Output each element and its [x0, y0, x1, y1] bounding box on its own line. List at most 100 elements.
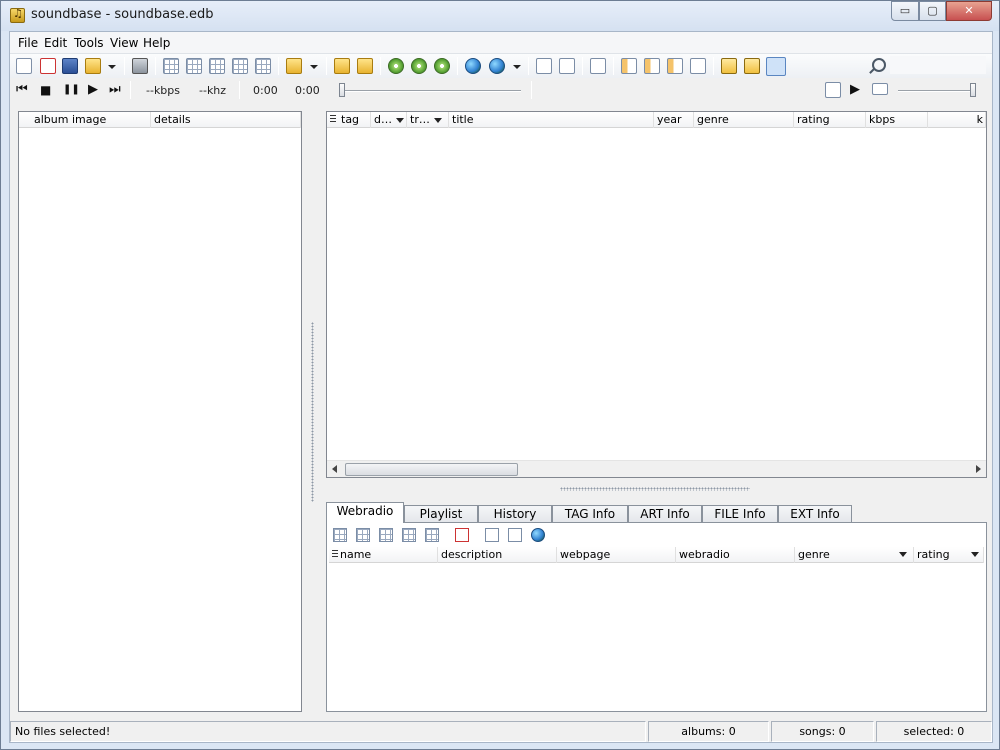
cd-icon[interactable] [388, 58, 404, 74]
info-icon[interactable] [721, 58, 737, 74]
tab-history[interactable]: History [478, 505, 552, 523]
close-button[interactable]: ✕ [946, 1, 992, 21]
folder-up-icon[interactable] [357, 58, 373, 74]
column-details[interactable]: details [151, 112, 301, 128]
seek-slider-track[interactable] [342, 90, 521, 92]
close-database-icon[interactable] [40, 58, 56, 74]
copy-station-icon[interactable] [379, 528, 393, 542]
list-view-icon[interactable] [485, 528, 499, 542]
info-edit-icon[interactable] [744, 58, 760, 74]
details-view-icon[interactable] [508, 528, 522, 542]
new-database-icon[interactable] [16, 58, 32, 74]
column-title[interactable]: title [449, 112, 654, 128]
webradio-list[interactable]: name description webpage webradio genre … [329, 547, 984, 709]
cd-burn-icon[interactable] [434, 58, 450, 74]
tab-ext-info[interactable]: EXT Info [778, 505, 852, 523]
import-icon[interactable] [286, 58, 302, 74]
tab-tag-info[interactable]: TAG Info [552, 505, 628, 523]
next-track-button[interactable]: ⏭ [109, 82, 121, 98]
volume-slider-track[interactable] [898, 90, 974, 92]
column-tag[interactable]: tag [338, 112, 371, 128]
vertical-splitter[interactable] [311, 322, 314, 502]
delete-station-icon[interactable] [402, 528, 416, 542]
pause-button[interactable]: ❚❚ [63, 82, 80, 98]
search-icon[interactable] [872, 58, 886, 72]
volume-slider-thumb[interactable] [970, 83, 976, 97]
column-year[interactable]: year [654, 112, 694, 128]
maximize-button[interactable]: ▢ [919, 1, 946, 21]
refresh-grid-icon[interactable] [255, 58, 271, 74]
column-webpage[interactable]: webpage [557, 547, 676, 563]
split-window-icon[interactable] [559, 58, 575, 74]
columns-icon[interactable] [590, 58, 606, 74]
tab-art-info[interactable]: ART Info [628, 505, 702, 523]
column-description[interactable]: description [438, 547, 557, 563]
delete-row-icon[interactable] [209, 58, 225, 74]
column-webradio[interactable]: webradio [676, 547, 795, 563]
open-folder-icon[interactable] [85, 58, 101, 74]
menu-view[interactable]: View [110, 36, 138, 50]
save-icon[interactable] [62, 58, 78, 74]
scroll-right-icon[interactable] [976, 465, 981, 473]
column-rating[interactable]: rating [794, 112, 866, 128]
open-dropdown-icon[interactable] [108, 65, 116, 69]
tab-webradio[interactable]: Webradio [326, 502, 404, 523]
cd-sync-icon[interactable] [411, 58, 427, 74]
status-selected: selected: 0 [876, 721, 992, 742]
add-row-icon[interactable] [163, 58, 179, 74]
column-album-image[interactable]: album image [31, 112, 151, 128]
queue-list-icon[interactable] [872, 83, 888, 95]
title-bar[interactable]: soundbase - soundbase.edb ▭ ▢ ✕ [1, 1, 999, 31]
seek-slider-thumb[interactable] [339, 83, 345, 97]
remove-icon[interactable] [455, 528, 469, 542]
globe-icon[interactable] [489, 58, 505, 74]
column-name[interactable]: name [337, 547, 438, 563]
toolbar-separator [531, 81, 532, 99]
search-input[interactable] [890, 56, 986, 74]
middle-panel-icon[interactable] [644, 58, 660, 74]
edit-station-icon[interactable] [356, 528, 370, 542]
column-menu-icon[interactable] [330, 115, 336, 124]
grid-icon[interactable] [232, 58, 248, 74]
details-toggle-icon[interactable] [766, 57, 786, 76]
scrollbar-thumb[interactable] [345, 463, 518, 476]
column-kbps[interactable]: kbps [866, 112, 928, 128]
grid-view-icon[interactable] [425, 528, 439, 542]
playlist-view-icon[interactable] [825, 82, 841, 98]
column-disc[interactable]: d… [371, 112, 407, 128]
tab-file-info[interactable]: FILE Info [702, 505, 778, 523]
preview-panel-icon[interactable] [690, 58, 706, 74]
scroll-left-icon[interactable] [332, 465, 337, 473]
menu-file[interactable]: File [18, 36, 38, 50]
column-khz[interactable]: k [928, 112, 986, 128]
album-pane[interactable]: album image details [18, 111, 302, 712]
songs-horizontal-scrollbar[interactable] [327, 460, 986, 477]
tab-playlist[interactable]: Playlist [404, 505, 478, 523]
menu-bar: File Edit Tools View Help [10, 32, 992, 54]
add-station-icon[interactable] [333, 528, 347, 542]
folder-icon[interactable] [334, 58, 350, 74]
previous-track-button[interactable]: ⏮ [16, 82, 28, 98]
column-rating[interactable]: rating [914, 547, 984, 563]
tools-icon[interactable] [132, 58, 148, 74]
play-queue-icon[interactable]: ▶ [850, 82, 860, 98]
play-button[interactable]: ▶ [88, 82, 98, 98]
menu-tools[interactable]: Tools [74, 36, 104, 50]
import-dropdown-icon[interactable] [310, 65, 318, 69]
songs-list[interactable]: tag d… tr… title year genre rating kbps … [326, 111, 987, 478]
stop-button[interactable]: ■ [40, 82, 51, 98]
horizontal-splitter[interactable] [560, 487, 750, 491]
single-window-icon[interactable] [536, 58, 552, 74]
web-station-icon[interactable] [531, 528, 545, 542]
left-panel-icon[interactable] [621, 58, 637, 74]
column-track[interactable]: tr… [407, 112, 449, 128]
minimize-button[interactable]: ▭ [891, 1, 919, 21]
web-search-icon[interactable] [465, 58, 481, 74]
right-panel-icon[interactable] [667, 58, 683, 74]
column-genre[interactable]: genre [694, 112, 794, 128]
column-genre[interactable]: genre [795, 547, 914, 563]
globe-dropdown-icon[interactable] [513, 65, 521, 69]
menu-edit[interactable]: Edit [44, 36, 67, 50]
menu-help[interactable]: Help [143, 36, 170, 50]
edit-row-icon[interactable] [186, 58, 202, 74]
